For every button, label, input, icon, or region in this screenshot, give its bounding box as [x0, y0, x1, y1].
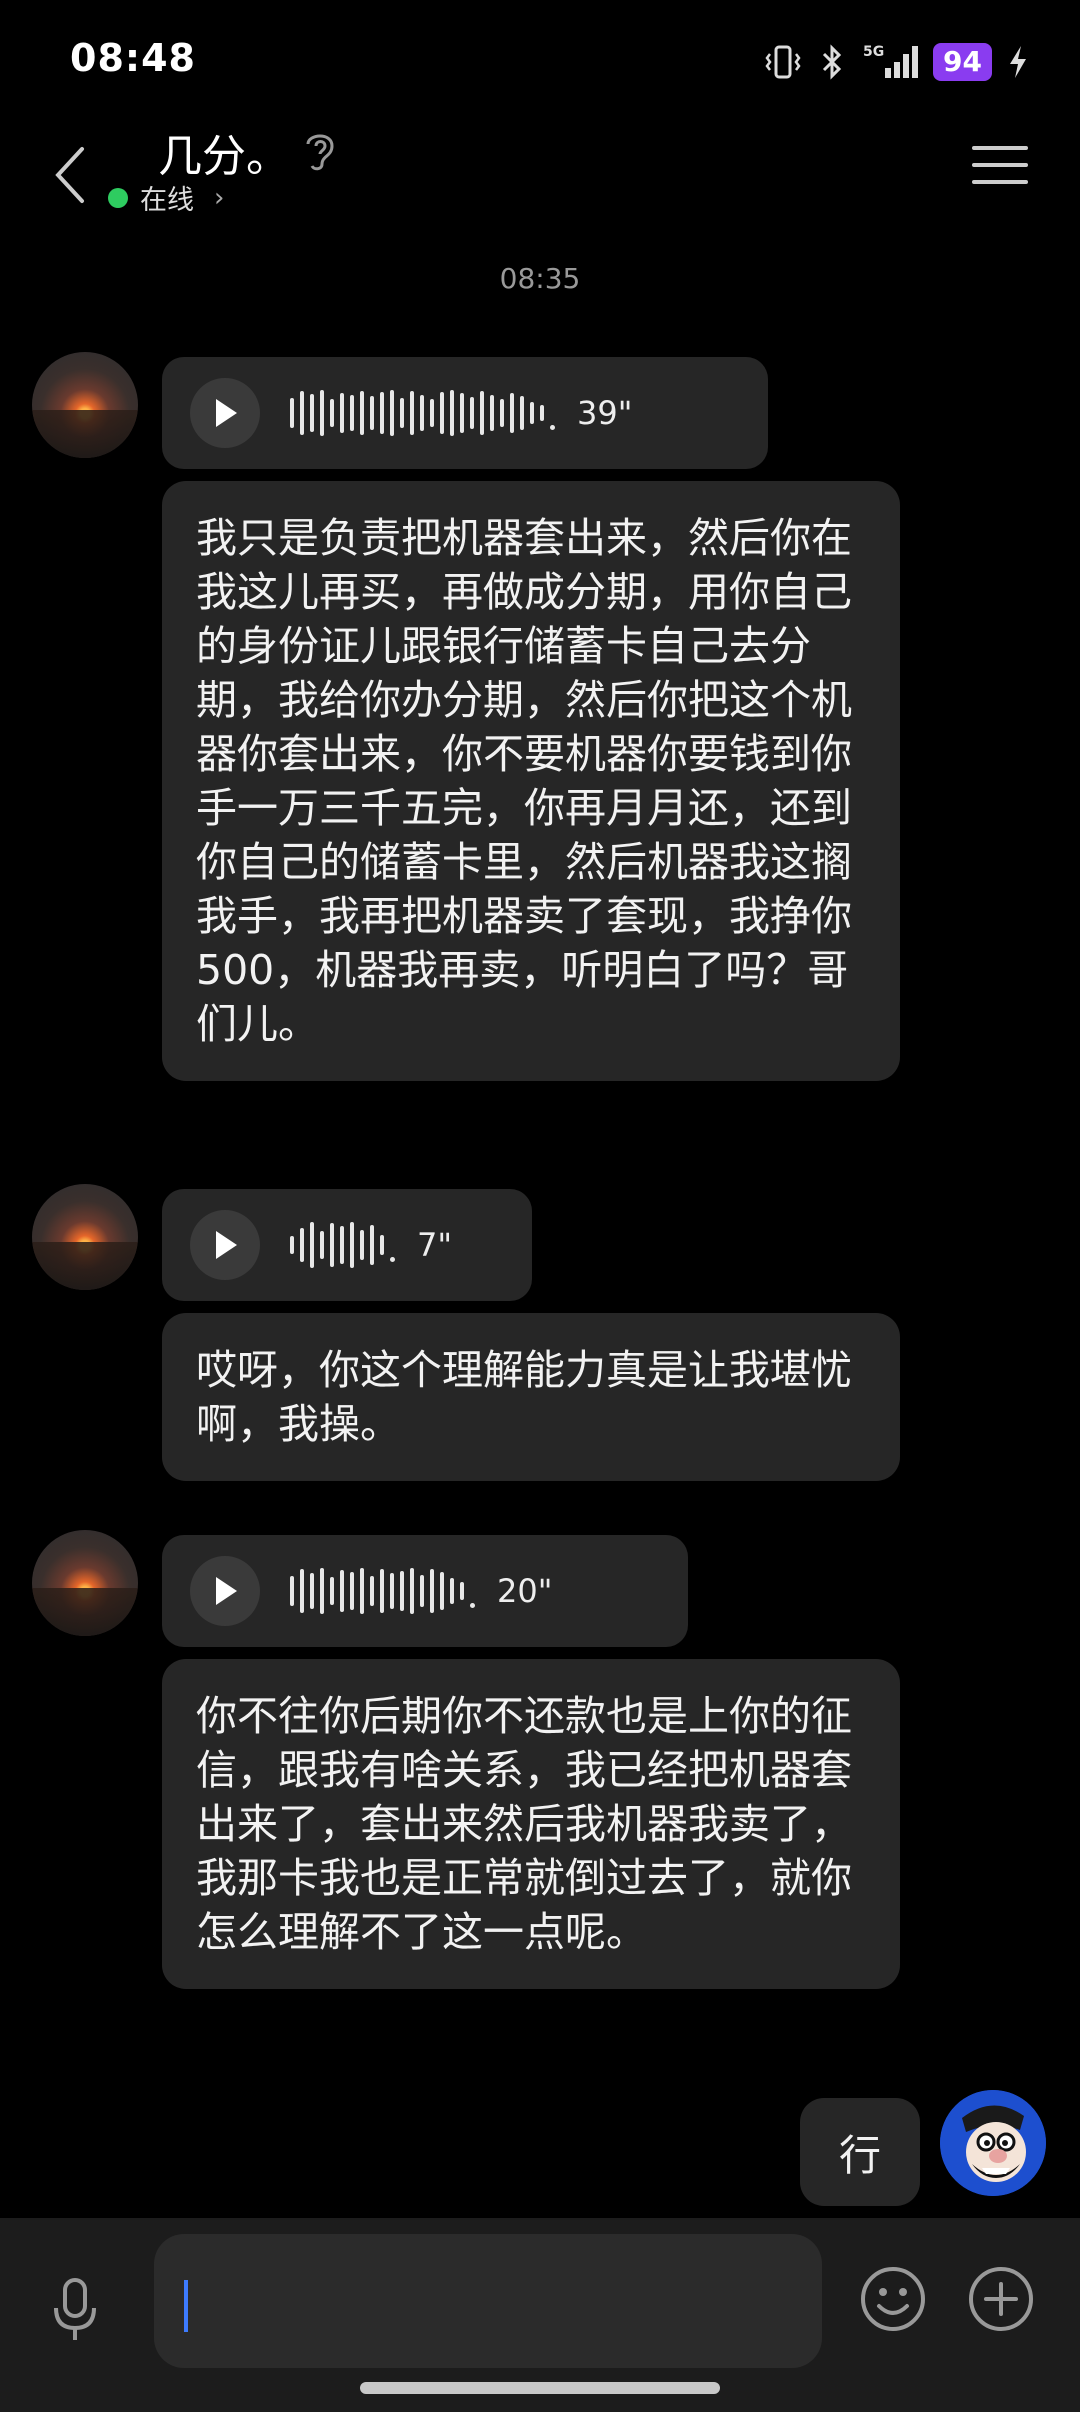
contact-avatar[interactable] — [32, 1184, 138, 1290]
voice-message[interactable]: 39" — [162, 357, 768, 469]
my-text-message[interactable]: 行 — [800, 2098, 920, 2206]
text-message[interactable]: 哎呀，你这个理解能力真是让我堪忧啊，我操。 — [162, 1313, 900, 1481]
microphone-icon — [54, 2278, 96, 2340]
contact-name[interactable]: 几分。 — [158, 120, 290, 184]
voice-duration: 20" — [497, 1572, 553, 1610]
voice-input-button[interactable] — [40, 2264, 110, 2354]
play-icon — [216, 1231, 237, 1259]
message-input[interactable] — [154, 2234, 822, 2368]
plus-icon[interactable] — [966, 2264, 1036, 2334]
network-type: 5G — [863, 44, 884, 60]
emoji-icon[interactable] — [858, 2264, 928, 2334]
menu-button[interactable] — [972, 140, 1028, 190]
chat-timestamp: 08:35 — [499, 262, 581, 295]
voice-message[interactable]: 20" — [162, 1535, 688, 1647]
back-button[interactable] — [30, 130, 110, 220]
play-button[interactable] — [190, 1210, 260, 1280]
audio-waveform — [290, 383, 555, 443]
voice-duration: 39" — [577, 394, 633, 432]
text-caret — [184, 2280, 188, 2332]
ear-icon[interactable] — [300, 128, 340, 174]
menu-icon-line — [972, 146, 1028, 150]
status-icons: 5G 94 — [763, 40, 1030, 84]
charging-icon — [1010, 46, 1026, 78]
vibrate-icon — [765, 45, 801, 79]
online-status-label: 在线 — [140, 185, 194, 216]
play-icon — [216, 399, 237, 427]
chat-header: 几分。 在线 › — [0, 110, 1080, 260]
play-icon — [216, 1577, 237, 1605]
status-time: 08:48 — [70, 36, 196, 80]
cartoon-avatar-icon — [940, 2090, 1046, 2196]
status-bar: 08:48 5G 94 — [0, 0, 1080, 120]
online-status[interactable]: 在线 › — [108, 178, 224, 217]
input-bar — [0, 2218, 1080, 2412]
signal-icon: 5G — [863, 44, 919, 78]
menu-icon-line — [972, 180, 1028, 184]
contact-avatar[interactable] — [32, 1530, 138, 1636]
chevron-left-icon — [55, 147, 84, 203]
home-indicator[interactable] — [360, 2382, 720, 2394]
text-message[interactable]: 你不往你后期你不还款也是上你的征信，跟我有啥关系，我已经把机器套出来了，套出来然… — [162, 1659, 900, 1989]
contact-avatar[interactable] — [32, 352, 138, 458]
voice-duration: 7" — [417, 1226, 453, 1264]
battery-level: 94 — [933, 43, 992, 81]
play-button[interactable] — [190, 378, 260, 448]
chevron-right-icon: › — [214, 182, 225, 213]
voice-message[interactable]: 7" — [162, 1189, 532, 1301]
menu-icon-line — [972, 163, 1028, 167]
text-message[interactable]: 我只是负责把机器套出来，然后你在我这儿再买，再做成分期，用你自己的身份证儿跟银行… — [162, 481, 900, 1081]
play-button[interactable] — [190, 1556, 260, 1626]
online-dot — [108, 187, 128, 208]
audio-waveform — [290, 1215, 395, 1275]
audio-waveform — [290, 1561, 475, 1621]
my-avatar[interactable] — [940, 2090, 1046, 2196]
bluetooth-icon — [822, 44, 842, 80]
